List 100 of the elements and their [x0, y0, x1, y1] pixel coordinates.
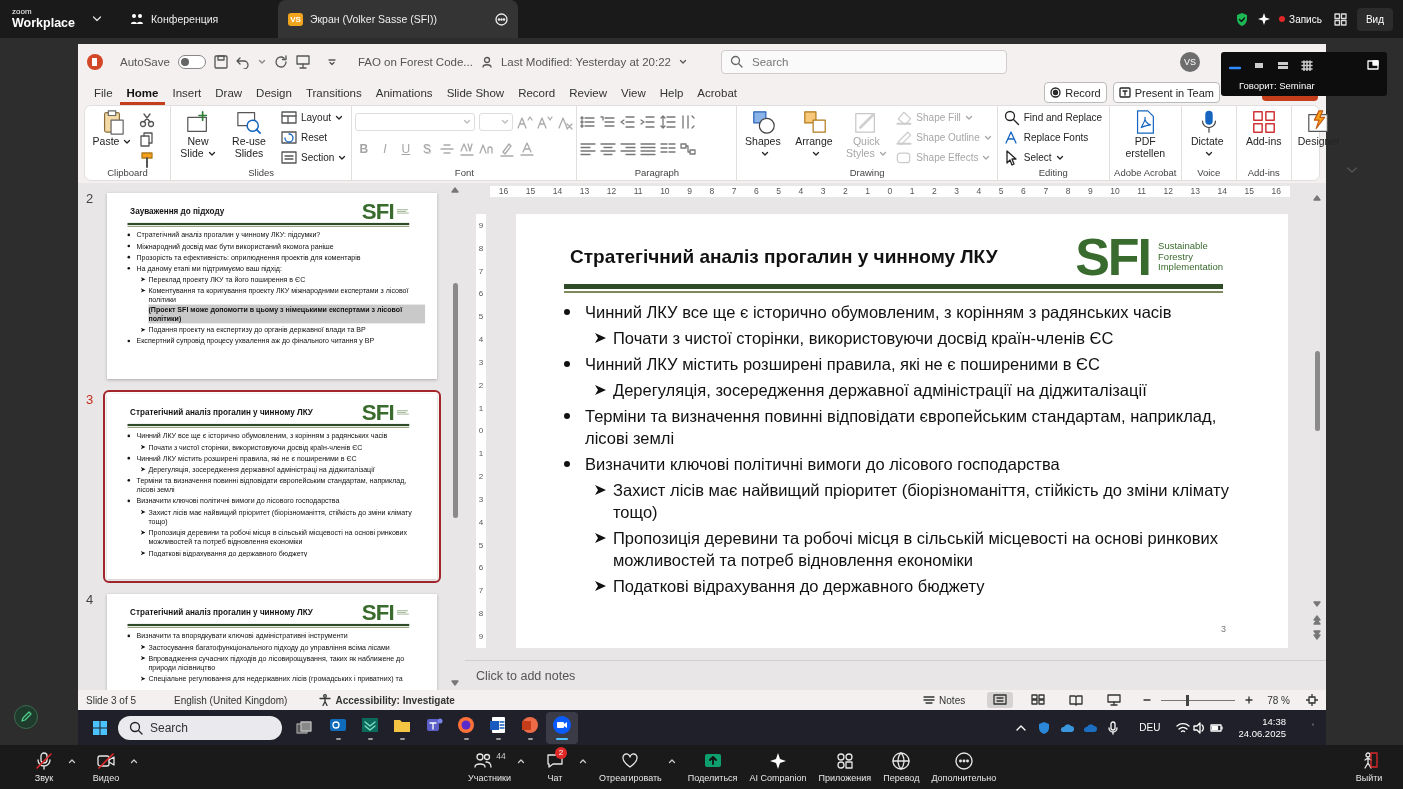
ribbon-group-label: Editing: [1037, 166, 1069, 179]
ruler-number: 9: [687, 186, 692, 197]
ruler-number: 12: [1163, 186, 1173, 197]
toolbar-label: Поделиться: [687, 773, 738, 783]
ruler-number: 15: [1244, 186, 1254, 197]
notification-badge: 2: [555, 747, 567, 759]
ruler-number: 16: [1271, 186, 1281, 197]
ruler-number: 7: [478, 586, 484, 596]
bullet-text: Визначити ключові політичні вимоги до лісового господарства: [585, 454, 1060, 475]
ruler-number: 5: [998, 186, 1004, 197]
autosave-label: AutoSave: [120, 56, 170, 68]
toolbar-label: Дополнительно: [931, 773, 997, 783]
ruler-number: 2: [932, 186, 937, 197]
logo-mark: SFI: [361, 603, 394, 621]
ribbon-group-label: Adobe Acrobat: [1113, 166, 1178, 179]
slide-number: 4: [85, 591, 95, 610]
ruler-number: 7: [478, 266, 484, 276]
ruler-number: 3: [820, 186, 826, 197]
ruler-number: 14: [552, 186, 563, 197]
page-number: 3: [1221, 624, 1226, 634]
ruler-number: 3: [954, 186, 960, 197]
bullet-text: Терміни та визначення повинні відповідати європейським стандартам, наприклад, лісові землі: [585, 406, 1218, 449]
ruler-number: 2: [843, 186, 848, 197]
ruler-number: 9: [478, 631, 484, 641]
ruler-number: 8: [1065, 186, 1071, 197]
toolbar-label: AI Companion: [749, 773, 807, 783]
ruler-number: 12: [606, 186, 617, 197]
ruler-number: 0: [887, 186, 893, 197]
ruler-number: 5: [776, 186, 781, 197]
toolbar-label: Участники: [468, 773, 511, 783]
toolbar-label: Выйти: [1355, 773, 1383, 783]
logo-mark: SFI: [361, 202, 394, 220]
bullet-text: Пропозиція деревини та робочі місця в сільській місцевості на основі ринкових можливостей та потреб відновлення економіки: [613, 528, 1219, 571]
ribbon-group-label: Drawing: [848, 166, 886, 179]
ruler-number: 7: [731, 186, 737, 197]
ruler-number: 10: [1110, 186, 1120, 197]
ruler-number: 13: [579, 186, 590, 197]
logo-text: Workplace: [12, 16, 76, 30]
toolbar-label: Перевод: [883, 773, 920, 783]
logo-mark: SFI: [361, 403, 394, 421]
ruler-number: 1: [909, 186, 915, 197]
ruler-number: 2: [478, 472, 484, 481]
ruler-number: 10: [660, 186, 670, 197]
ruler-number: 11: [633, 186, 643, 197]
ruler-number: 3: [478, 494, 484, 504]
logo-mark: SFI: [1075, 237, 1151, 277]
ruler-number: 6: [478, 563, 484, 573]
logo-caption: Sustainable Forestry Implementation: [1158, 241, 1223, 273]
ruler-number: 4: [798, 186, 804, 197]
avatar-badge: VS: [288, 12, 303, 26]
bullet-text: Дерегуляція, зосередження державної адміністрації на діджиталізації: [613, 380, 1148, 401]
active-speaker-label: Говорит: Seminar: [1239, 80, 1316, 91]
ruler-number: 4: [478, 335, 484, 345]
ribbon-group-label: Font: [453, 166, 475, 179]
ruler-number: 14: [1217, 186, 1227, 197]
toolbar-label: Отреагировать: [599, 773, 662, 783]
ruler-number: 11: [1137, 186, 1146, 197]
ruler-number: 1: [478, 403, 484, 413]
slide-number: 2: [85, 190, 95, 208]
toolbar-label: Видео: [92, 773, 120, 783]
slide-counter: Slide 3 of 5: [86, 694, 137, 706]
ruler-number: 8: [709, 186, 715, 197]
ruler-number: 1: [865, 186, 870, 197]
ruler-number: 16: [498, 186, 509, 197]
ruler-number: 1: [478, 449, 484, 459]
ruler-number: 6: [753, 186, 759, 197]
ruler-number: 9: [1087, 186, 1093, 197]
slide-number: 3: [85, 390, 95, 409]
ribbon-group-label: Voice: [1196, 166, 1222, 179]
slide-title: Стратегічний аналіз прогалин у чинному ЛКУ: [129, 407, 313, 417]
ribbon-group-label: Slides: [247, 166, 276, 179]
bullet-text: Почати з чистої сторінки, використовуючи досвід країн-членів ЄС: [613, 328, 1115, 349]
bullet-text: Чинний ЛКУ містить розширені правила, які не є поширеними в ЄС: [585, 354, 1100, 375]
bullet-text: Податкові відрахування до державного бюджету: [613, 576, 986, 597]
ruler-number: 6: [478, 289, 484, 299]
toolbar-label: Приложения: [818, 773, 872, 783]
participant-count: 44: [496, 751, 506, 761]
ruler-number: 9: [478, 220, 484, 230]
ribbon-group-label: Add-ins: [1246, 166, 1281, 179]
ruler-number: 7: [1043, 186, 1049, 197]
ribbon-group-label: Paragraph: [633, 166, 681, 179]
ruler-number: 5: [478, 540, 484, 550]
ruler-number: 4: [478, 517, 484, 527]
slide-title: Зауваження до підходу: [129, 206, 225, 217]
ruler-number: 0: [478, 426, 484, 436]
slide-title: Стратегічний аналіз прогалин у чинному ЛКУ: [569, 246, 998, 268]
bullet-text: Чинний ЛКУ все ще є історично обумовленим, з корінням з радянських часів: [585, 302, 1172, 323]
toolbar-label: Чат: [547, 773, 563, 783]
ruler-number: 6: [1021, 186, 1026, 197]
ruler-number: 8: [478, 609, 484, 618]
logo-small-text: zoom: [12, 8, 33, 17]
ruler-number: 4: [976, 186, 982, 197]
ruler-number: 5: [478, 312, 484, 322]
ruler-number: 13: [1190, 186, 1200, 197]
bullet-text: Захист лісів має найвищий пріоритет (біорізноманіття, стійкість до зміни клімату тощо): [613, 480, 1230, 523]
ruler-number: 2: [478, 380, 484, 390]
ribbon-group-label: Clipboard: [106, 166, 149, 179]
ruler-number: 3: [478, 357, 484, 367]
ruler-number: 15: [525, 186, 536, 197]
toolbar-label: Звук: [34, 773, 54, 783]
